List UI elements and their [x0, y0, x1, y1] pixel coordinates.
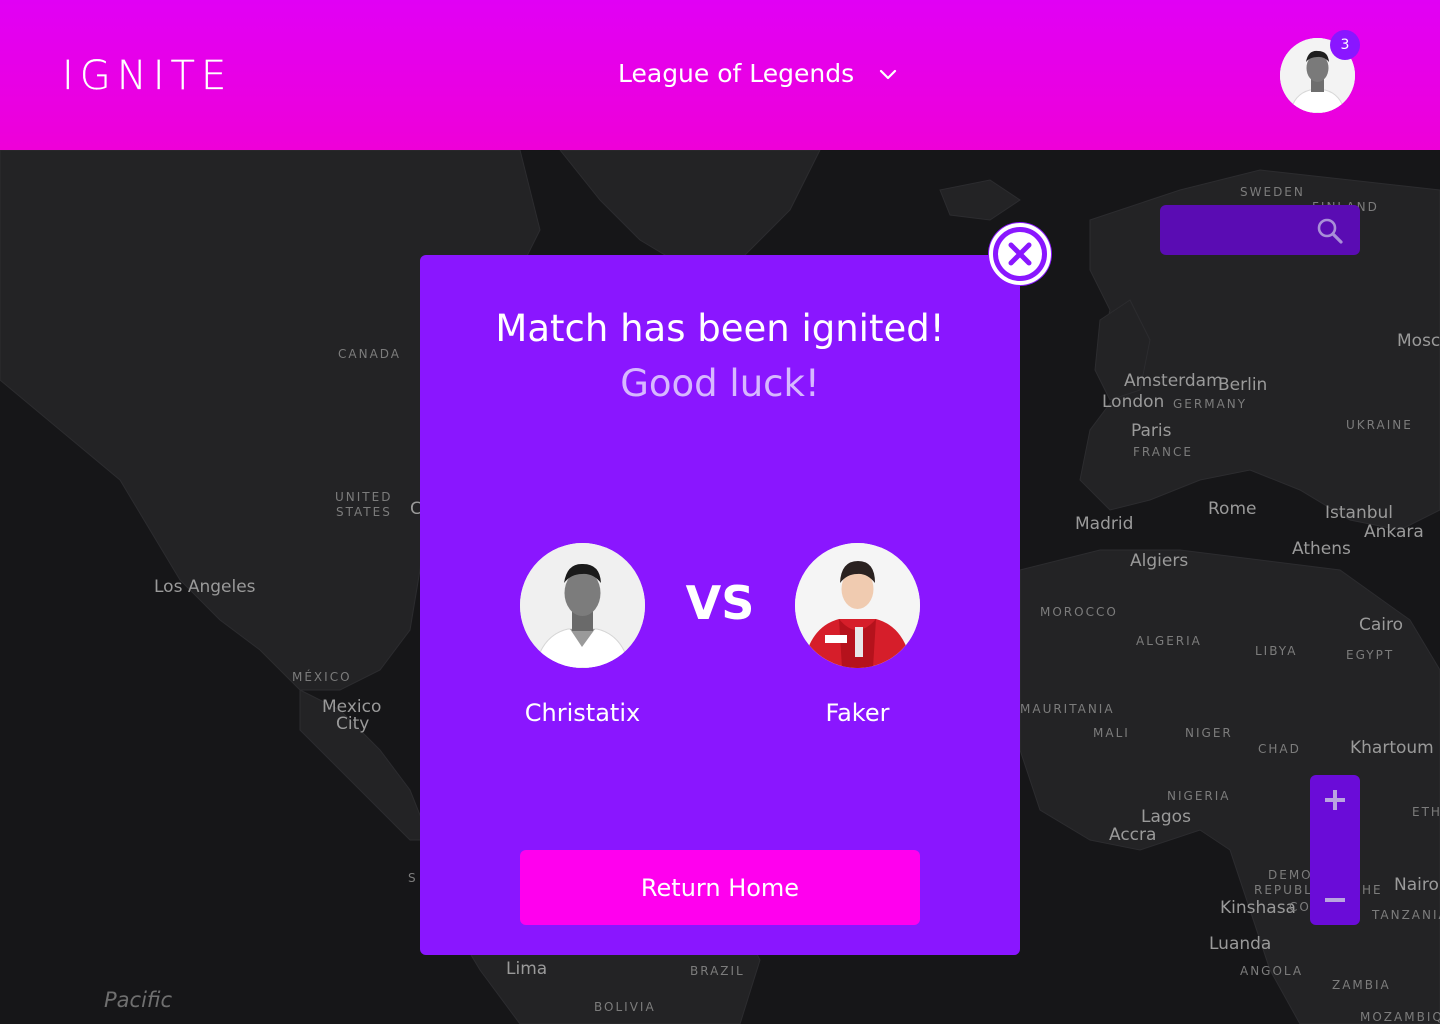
map-city-label: Luanda	[1209, 934, 1272, 954]
map-city-label: Algiers	[1130, 551, 1189, 571]
map-country-label: MALI	[1093, 726, 1130, 740]
map-country-label: NIGER	[1185, 726, 1233, 740]
map-city-label: Berlin	[1218, 375, 1268, 395]
plus-icon	[1325, 790, 1345, 810]
vs-label: VS	[685, 576, 755, 630]
map-country-label: UKRAINE	[1346, 418, 1413, 432]
modal-title: Match has been ignited!	[495, 307, 945, 350]
map-country-label: GERMANY	[1173, 397, 1248, 411]
search-icon[interactable]	[1316, 217, 1344, 245]
map-city-label: Paris	[1131, 421, 1172, 441]
map-country-label: BRAZIL	[690, 964, 745, 978]
game-select-label: League of Legends	[618, 59, 855, 88]
map-country-label: MOZAMBIQ	[1360, 1010, 1440, 1024]
map-city-label: Los Angeles	[154, 577, 256, 597]
map-country-label: ZAMBIA	[1332, 978, 1391, 992]
map-country-label: MOROCCO	[1040, 605, 1118, 619]
map-city-label: Kinshasa	[1220, 898, 1296, 918]
map-country-label: MAURITANIA	[1020, 702, 1115, 716]
map-country-label: CO	[1289, 900, 1311, 914]
map-country-label: ANGOLA	[1240, 964, 1304, 978]
player-avatar-image	[520, 543, 645, 668]
player-avatar[interactable]	[795, 543, 920, 668]
map-country-label: NIGERIA	[1167, 789, 1231, 803]
map-country-label: STATES	[336, 505, 392, 519]
map-city-label: Madrid	[1075, 514, 1134, 534]
game-select-dropdown[interactable]: League of Legends	[618, 56, 898, 92]
map-country-label: MÉXICO	[292, 670, 352, 684]
map-ocean-label: Pacific	[104, 988, 173, 1012]
map-city-label: Lagos	[1141, 807, 1191, 827]
map-city-label: Ankara	[1364, 522, 1424, 542]
map-city-label: Amsterdam	[1124, 371, 1223, 391]
map-city-label: Lima	[506, 959, 548, 979]
zoom-in-button[interactable]	[1310, 775, 1360, 825]
chevron-down-icon	[880, 69, 897, 80]
map-country-label: LIBYA	[1255, 644, 1298, 658]
map-city-label: Mosco	[1397, 331, 1440, 351]
return-home-button[interactable]: Return Home	[520, 850, 920, 925]
map-country-label: DEMO	[1268, 868, 1313, 882]
close-modal-button[interactable]	[988, 222, 1052, 286]
notification-badge: 3	[1330, 30, 1360, 60]
map-country-label: REPUBLI	[1254, 883, 1319, 897]
close-icon	[989, 223, 1051, 285]
player-name: Faker	[825, 699, 890, 727]
match-ignited-modal: Match has been ignited! Good luck! Chris…	[420, 255, 1020, 955]
map-country-label: ALGERIA	[1136, 634, 1202, 648]
map-country-label: HE	[1362, 883, 1383, 897]
map-city-label: Athens	[1292, 539, 1351, 559]
map-country-label: EGYPT	[1346, 648, 1395, 662]
player-avatar[interactable]	[520, 543, 645, 668]
map-country-label: ETH	[1412, 805, 1440, 819]
map-country-label: FRANCE	[1133, 445, 1193, 459]
map-country-label: UNITED	[335, 490, 393, 504]
user-avatar-button[interactable]: 3	[1280, 30, 1360, 113]
map-search-input[interactable]	[1160, 205, 1360, 255]
map-country-label: CHAD	[1258, 742, 1301, 756]
map-city-label: City	[336, 714, 370, 734]
map-city-label: Istanbul	[1325, 503, 1394, 523]
ignite-logo[interactable]: IGNITE	[62, 54, 232, 98]
map-city-label: Accra	[1109, 825, 1157, 845]
map-city-label: Nairob	[1394, 875, 1440, 895]
map-city-label: Khartoum	[1350, 738, 1434, 758]
player-right: Faker	[795, 543, 920, 727]
map-city-label: Rome	[1208, 499, 1257, 519]
modal-subtitle: Good luck!	[620, 362, 820, 405]
map-city-label: Cairo	[1359, 615, 1404, 635]
map-country-label: BOLIVIA	[594, 1000, 656, 1014]
zoom-out-button[interactable]	[1310, 875, 1360, 925]
map-zoom-control	[1310, 775, 1360, 925]
player-left: Christatix	[520, 543, 645, 727]
map-country-label: TANZANIA	[1372, 908, 1440, 922]
minus-icon	[1325, 898, 1345, 902]
map-country-label: CANADA	[338, 347, 402, 361]
top-header: IGNITE League of Legends 3	[0, 0, 1440, 150]
player-avatar-image	[795, 543, 920, 668]
map-country-label: SWEDEN	[1240, 185, 1305, 199]
map-city-label: London	[1102, 392, 1165, 412]
player-name: Christatix	[524, 699, 641, 727]
map-label-fragment: S	[408, 871, 418, 885]
